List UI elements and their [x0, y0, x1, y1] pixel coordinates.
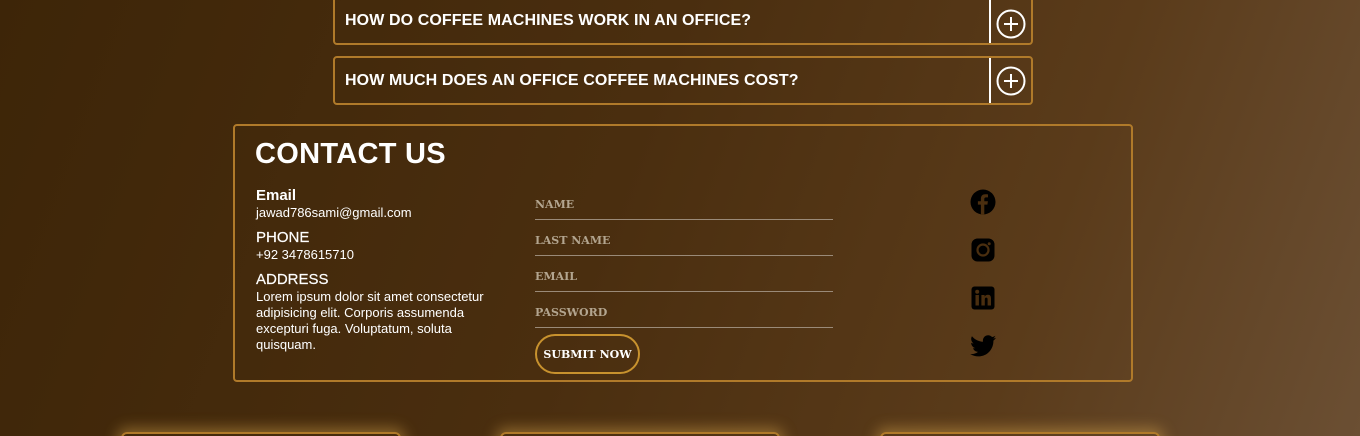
faq-item[interactable]: HOW MUCH DOES AN OFFICE COFFEE MACHINES …	[333, 56, 1033, 105]
card	[880, 432, 1160, 436]
social-links	[969, 188, 997, 380]
linkedin-icon	[971, 286, 995, 310]
name-field-wrap	[535, 184, 833, 220]
plus-circle-icon	[996, 66, 1026, 95]
plus-circle-icon	[996, 9, 1026, 38]
address-label: ADDRESS	[256, 271, 329, 288]
faq-item[interactable]: HOW DO COFFEE MACHINES WORK IN AN OFFICE…	[333, 0, 1033, 45]
email-field[interactable]	[535, 270, 833, 283]
twitter-link[interactable]	[969, 332, 997, 360]
submit-button[interactable]: SUBMIT NOW	[535, 334, 640, 374]
facebook-icon	[970, 189, 996, 215]
linkedin-link[interactable]	[969, 284, 997, 312]
email-field-wrap	[535, 256, 833, 292]
contact-section: CONTACT US Email jawad786sami@gmail.com …	[233, 124, 1133, 382]
twitter-icon	[970, 335, 996, 357]
expand-button[interactable]	[989, 58, 1031, 103]
password-field-wrap	[535, 292, 833, 328]
instagram-icon	[971, 238, 995, 262]
contact-info: Email jawad786sami@gmail.com PHONE +92 3…	[256, 187, 506, 361]
faq-question: HOW DO COFFEE MACHINES WORK IN AN OFFICE…	[345, 11, 752, 29]
last-name-field[interactable]	[535, 234, 833, 247]
password-field[interactable]	[535, 306, 833, 319]
expand-button[interactable]	[989, 0, 1031, 43]
email-label: Email	[256, 187, 297, 204]
instagram-link[interactable]	[969, 236, 997, 264]
phone-label: PHONE	[256, 229, 310, 246]
card	[500, 432, 780, 436]
address-value: Lorem ipsum dolor sit amet consectetur a…	[256, 289, 484, 352]
last-name-field-wrap	[535, 220, 833, 256]
card	[121, 432, 401, 436]
email-value: jawad786sami@gmail.com	[256, 205, 412, 220]
facebook-link[interactable]	[969, 188, 997, 216]
contact-title: CONTACT US	[255, 138, 446, 170]
contact-form	[535, 184, 833, 328]
faq-question: HOW MUCH DOES AN OFFICE COFFEE MACHINES …	[345, 71, 799, 89]
name-field[interactable]	[535, 198, 833, 211]
phone-value: +92 3478615710	[256, 247, 354, 262]
